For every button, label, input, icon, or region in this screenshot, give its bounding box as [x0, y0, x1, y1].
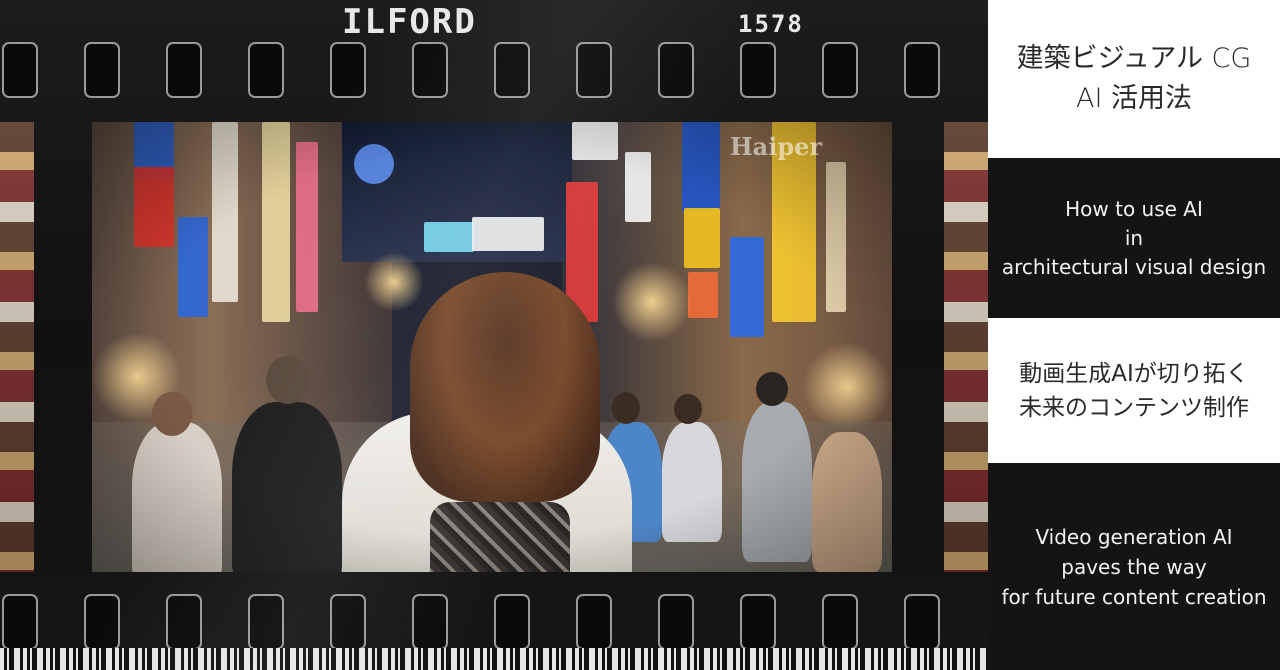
film-sprocket-hole	[248, 42, 284, 98]
film-strip: ILFORD 1578 Haiper	[0, 0, 988, 670]
film-sprocket-hole	[658, 594, 694, 650]
watermark-logo: Haiper	[730, 132, 823, 161]
film-side-frame-right	[944, 122, 988, 572]
film-sprocket-hole	[576, 42, 612, 98]
film-sprocket-hole	[2, 594, 38, 650]
film-sprocket-hole	[740, 42, 776, 98]
film-sprocket-hole	[2, 42, 38, 98]
photo-frame: Haiper	[92, 122, 892, 572]
film-side-frame-left	[0, 122, 34, 572]
panel-title-en: How to use AI in architectural visual de…	[988, 158, 1280, 318]
film-sprocket-hole	[822, 42, 858, 98]
film-sprocket-hole	[822, 594, 858, 650]
panel-title-en-text: How to use AI in architectural visual de…	[1001, 196, 1267, 279]
film-sprocket-hole	[904, 42, 940, 98]
photo-vignette	[92, 122, 892, 572]
film-sprocket-hole	[330, 594, 366, 650]
panel-subtitle-en: Video generation AI paves the way for fu…	[988, 463, 1280, 670]
film-sprocket-hole	[412, 594, 448, 650]
film-sprocket-hole	[904, 594, 940, 650]
film-sprocket-row-bottom	[0, 594, 988, 652]
film-sprocket-hole	[84, 42, 120, 98]
film-sprocket-hole	[330, 42, 366, 98]
film-sprocket-hole	[412, 42, 448, 98]
film-sprocket-hole	[166, 42, 202, 98]
panel-subtitle-en-text: Video generation AI paves the way for fu…	[1001, 524, 1267, 609]
film-sprocket-hole	[658, 42, 694, 98]
film-sprocket-hole	[494, 42, 530, 98]
film-sprocket-hole	[740, 594, 776, 650]
film-barcode	[0, 648, 988, 670]
panel-title-jp-text: 建築ビジュアル CG AI 活用法	[1016, 43, 1252, 114]
film-frame-number: 1578	[738, 10, 804, 38]
film-brand-label: ILFORD	[342, 2, 477, 42]
film-sprocket-hole	[248, 594, 284, 650]
film-sprocket-hole	[494, 594, 530, 650]
film-sprocket-hole	[166, 594, 202, 650]
panel-subtitle-jp-text: 動画生成AIが切り拓く 未来のコンテンツ制作	[1019, 360, 1249, 421]
film-sprocket-row-top	[0, 42, 988, 100]
panel-title-jp: 建築ビジュアル CG AI 活用法	[988, 0, 1280, 158]
film-sprocket-hole	[84, 594, 120, 650]
panel-subtitle-jp: 動画生成AIが切り拓く 未来のコンテンツ制作	[988, 318, 1280, 463]
film-sprocket-hole	[576, 594, 612, 650]
